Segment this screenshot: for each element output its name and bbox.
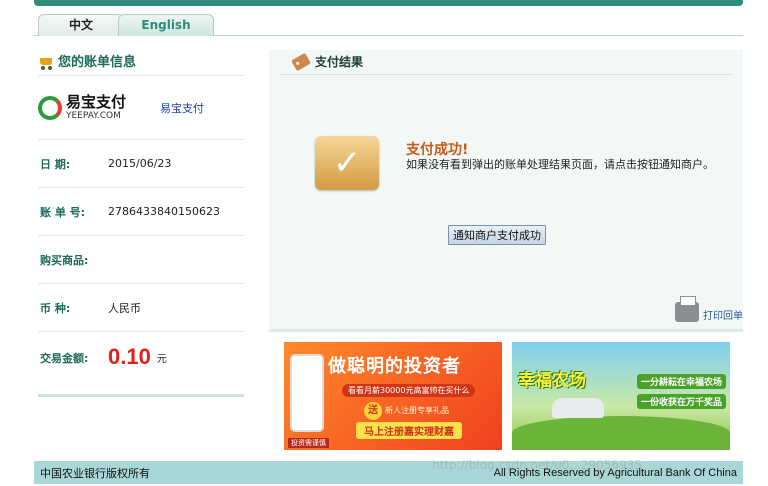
watermark-text: http://blog.csdn.net/u0...29056935	[432, 458, 642, 472]
currency-row: 币 种: 人民币	[38, 284, 244, 332]
notify-merchant-button[interactable]: 通知商户支付成功	[448, 225, 546, 245]
bill-panel-divider	[38, 394, 244, 397]
payment-result-panel: 支付结果 ✓ 支付成功! 如果没有看到弹出的账单处理结果页面，请点击按钮通知商户…	[269, 50, 743, 332]
ad1-register-cta[interactable]: 马上注册嘉实理财嘉	[356, 422, 462, 439]
ad2-slogan-1: 一分耕耘在幸福农场	[636, 374, 726, 389]
success-description: 如果没有看到弹出的账单处理结果页面，请点击按钮通知商户。	[406, 158, 714, 171]
goods-label: 购买商品:	[40, 253, 89, 267]
investment-ad-banner[interactable]: 做聪明的投资者 看看月薪30000元高富帅在买什么 送新人注册专享礼品 马上注册…	[284, 342, 502, 450]
yeepay-logo-cn: 易宝支付	[66, 92, 127, 111]
date-row: 日 期: 2015/06/23	[38, 140, 244, 188]
ad2-slogan-2: 一份收获在万千奖品	[636, 394, 726, 409]
payment-provider-name: 易宝支付	[160, 101, 204, 115]
goods-row: 购买商品:	[38, 236, 244, 284]
bill-info-header: 您的账单信息	[38, 50, 244, 76]
currency-label: 币 种:	[40, 301, 71, 315]
success-checkmark-icon: ✓	[315, 136, 379, 190]
amount-value: 0.10	[108, 344, 151, 369]
payment-result-title: 支付结果	[315, 55, 364, 69]
hill-graphic	[512, 416, 730, 450]
bill-info-title: 您的账单信息	[58, 54, 137, 70]
payment-result-header: 支付结果	[279, 50, 733, 75]
order-number-value: 2786433840150623	[108, 205, 220, 218]
shopping-cart-icon	[38, 56, 54, 70]
currency-value: 人民币	[108, 301, 141, 315]
order-number-label: 账 单 号:	[40, 205, 86, 219]
top-bar	[34, 0, 743, 6]
amount-label: 交易金额:	[40, 352, 89, 365]
ad1-subheadline: 看看月薪30000元高富帅在买什么	[342, 384, 476, 397]
printer-icon[interactable]	[675, 296, 699, 322]
tab-chinese[interactable]: 中文	[38, 14, 124, 36]
gift-badge: 送	[364, 402, 382, 420]
order-number-row: 账 单 号: 2786433840150623	[38, 188, 244, 236]
yeepay-logo: 易宝支付 YEEPAY.COM	[38, 92, 160, 121]
language-tabs: 中文 English	[34, 12, 743, 36]
print-receipt-label[interactable]: 打印回单	[703, 307, 743, 322]
phone-icon	[290, 354, 324, 432]
tag-icon	[291, 52, 311, 72]
ad1-gift-text: 新人注册专享礼品	[385, 406, 449, 415]
amount-unit: 元	[156, 354, 167, 365]
payment-provider-row: 易宝支付 YEEPAY.COM 易宝支付	[38, 76, 244, 140]
footer-copyright-cn: 中国农业银行版权所有	[40, 466, 150, 480]
ad2-headline: 幸福农场	[518, 371, 586, 391]
ad1-gift-line: 送新人注册专享礼品	[364, 402, 449, 420]
tab-english[interactable]: English	[118, 14, 214, 36]
yeepay-logo-icon	[38, 95, 62, 120]
bill-info-panel: 您的账单信息 易宝支付 YEEPAY.COM 易宝支付 日 期: 2015/06…	[38, 50, 244, 397]
amount-row: 交易金额: 0.10 元	[38, 332, 244, 380]
car-graphic	[552, 398, 604, 418]
date-label: 日 期:	[40, 157, 71, 171]
ad1-disclaimer: 投资需谨慎	[288, 438, 329, 448]
print-receipt-link[interactable]: 打印回单	[675, 296, 743, 322]
ad1-headline: 做聪明的投资者	[328, 356, 461, 377]
date-value: 2015/06/23	[108, 157, 172, 170]
farm-ad-banner[interactable]: 幸福农场 一分耕耘在幸福农场 一份收获在万千奖品	[512, 342, 730, 450]
yeepay-logo-en: YEEPAY.COM	[66, 110, 121, 121]
